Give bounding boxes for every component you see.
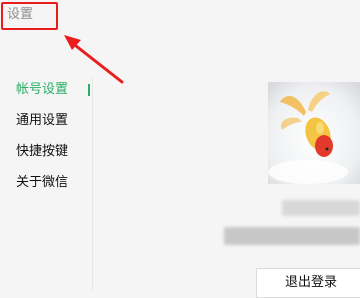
sidebar-item-account-settings[interactable]: 帐号设置 — [0, 78, 92, 109]
avatar — [268, 82, 360, 184]
sidebar-item-about-wechat[interactable]: 关于微信 — [0, 171, 92, 202]
sidebar-divider — [92, 78, 93, 290]
sidebar-item-label: 关于微信 — [16, 175, 69, 190]
sidebar-item-label: 通用设置 — [16, 113, 69, 128]
annotation-highlight-box — [1, 2, 58, 30]
sidebar-item-shortcuts[interactable]: 快捷按键 — [0, 140, 92, 171]
sidebar-item-general-settings[interactable]: 通用设置 — [0, 109, 92, 140]
blurred-account-id — [224, 227, 360, 245]
sidebar-item-label: 帐号设置 — [16, 82, 69, 97]
logout-button[interactable]: 退出登录 — [256, 268, 360, 298]
active-indicator — [88, 84, 90, 96]
blurred-nickname — [282, 200, 360, 216]
goldfish-avatar-image — [268, 82, 360, 184]
sidebar-item-label: 快捷按键 — [16, 144, 69, 159]
settings-sidebar: 帐号设置 通用设置 快捷按键 关于微信 — [0, 78, 92, 202]
